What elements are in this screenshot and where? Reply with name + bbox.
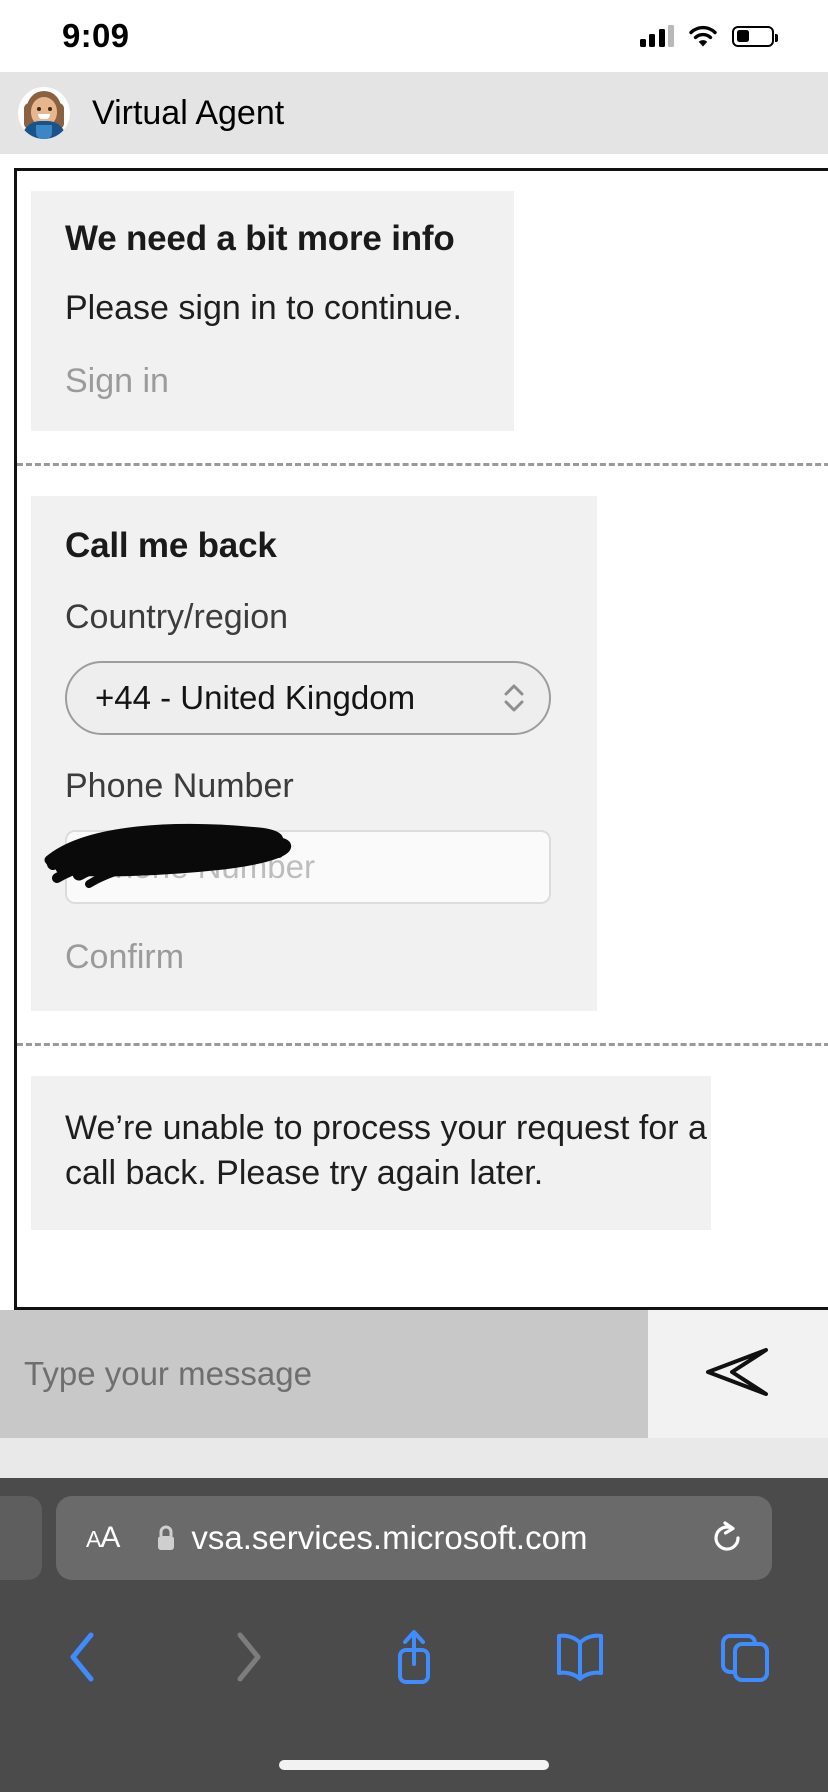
chevron-right-icon: [231, 1629, 265, 1690]
sign-in-body: Please sign in to continue.: [65, 289, 462, 327]
avatar: [18, 87, 70, 139]
wifi-icon: [688, 25, 718, 47]
chat-canvas: We need a bit more info Please sign in t…: [0, 154, 828, 1310]
sign-in-message-bubble: We need a bit more info Please sign in t…: [31, 191, 514, 431]
error-message-text: We’re unable to process your request for…: [65, 1109, 707, 1192]
page-title: Virtual Agent: [92, 93, 285, 132]
country-region-select[interactable]: +44 - United Kingdom: [65, 661, 551, 735]
phone-number-label: Phone Number: [65, 767, 294, 805]
reload-icon[interactable]: [710, 1520, 744, 1556]
status-icon-group: [639, 25, 778, 47]
country-region-value: +44 - United Kingdom: [95, 679, 416, 716]
message-composer: Type your message: [0, 1310, 828, 1438]
safari-browser-chrome: AA vsa.services.microsoft.com: [0, 1478, 828, 1792]
call-back-message-bubble: Call me back Country/region +44 - United…: [31, 496, 597, 1011]
share-icon: [388, 1626, 440, 1693]
back-button[interactable]: [0, 1629, 166, 1690]
message-divider: [17, 463, 828, 466]
cellular-signal-icon: [639, 25, 674, 47]
address-bar[interactable]: AA vsa.services.microsoft.com: [56, 1496, 772, 1580]
send-paper-plane-icon: [702, 1344, 774, 1405]
composer-spacer: [0, 1438, 828, 1478]
error-message-bubble: We’re unable to process your request for…: [31, 1076, 711, 1230]
send-button[interactable]: [648, 1310, 828, 1438]
book-icon: [552, 1631, 608, 1688]
chevron-up-down-icon: [501, 680, 527, 716]
call-back-heading: Call me back: [65, 526, 277, 565]
country-region-label: Country/region: [65, 598, 289, 636]
forward-button[interactable]: [166, 1629, 332, 1690]
safari-toolbar: [0, 1604, 828, 1714]
phone-number-placeholder: Phone Number: [93, 848, 315, 885]
adjacent-tab-edge[interactable]: [0, 1496, 42, 1580]
text-size-button[interactable]: AA: [86, 1521, 120, 1555]
battery-icon: [732, 25, 778, 47]
chat-header: Virtual Agent: [0, 72, 828, 154]
ios-status-bar: 9:09: [0, 0, 828, 72]
message-divider: [17, 1043, 828, 1046]
lock-icon: [155, 1524, 177, 1552]
sign-in-button[interactable]: Sign in: [65, 362, 514, 401]
home-indicator: [279, 1760, 549, 1770]
tabs-icon: [717, 1630, 773, 1689]
share-button[interactable]: [331, 1626, 497, 1693]
phone-number-input[interactable]: Phone Number: [44, 823, 551, 904]
message-input-placeholder: Type your message: [24, 1355, 312, 1392]
bookmarks-button[interactable]: [497, 1631, 663, 1688]
tabs-button[interactable]: [662, 1630, 828, 1689]
confirm-button[interactable]: Confirm: [65, 938, 597, 977]
sign-in-heading: We need a bit more info: [65, 219, 455, 258]
chat-transcript-card: We need a bit more info Please sign in t…: [14, 168, 828, 1310]
chevron-left-icon: [66, 1629, 100, 1690]
status-time: 9:09: [62, 17, 130, 54]
url-text: vsa.services.microsoft.com: [191, 1519, 588, 1556]
message-input[interactable]: Type your message: [0, 1310, 648, 1438]
